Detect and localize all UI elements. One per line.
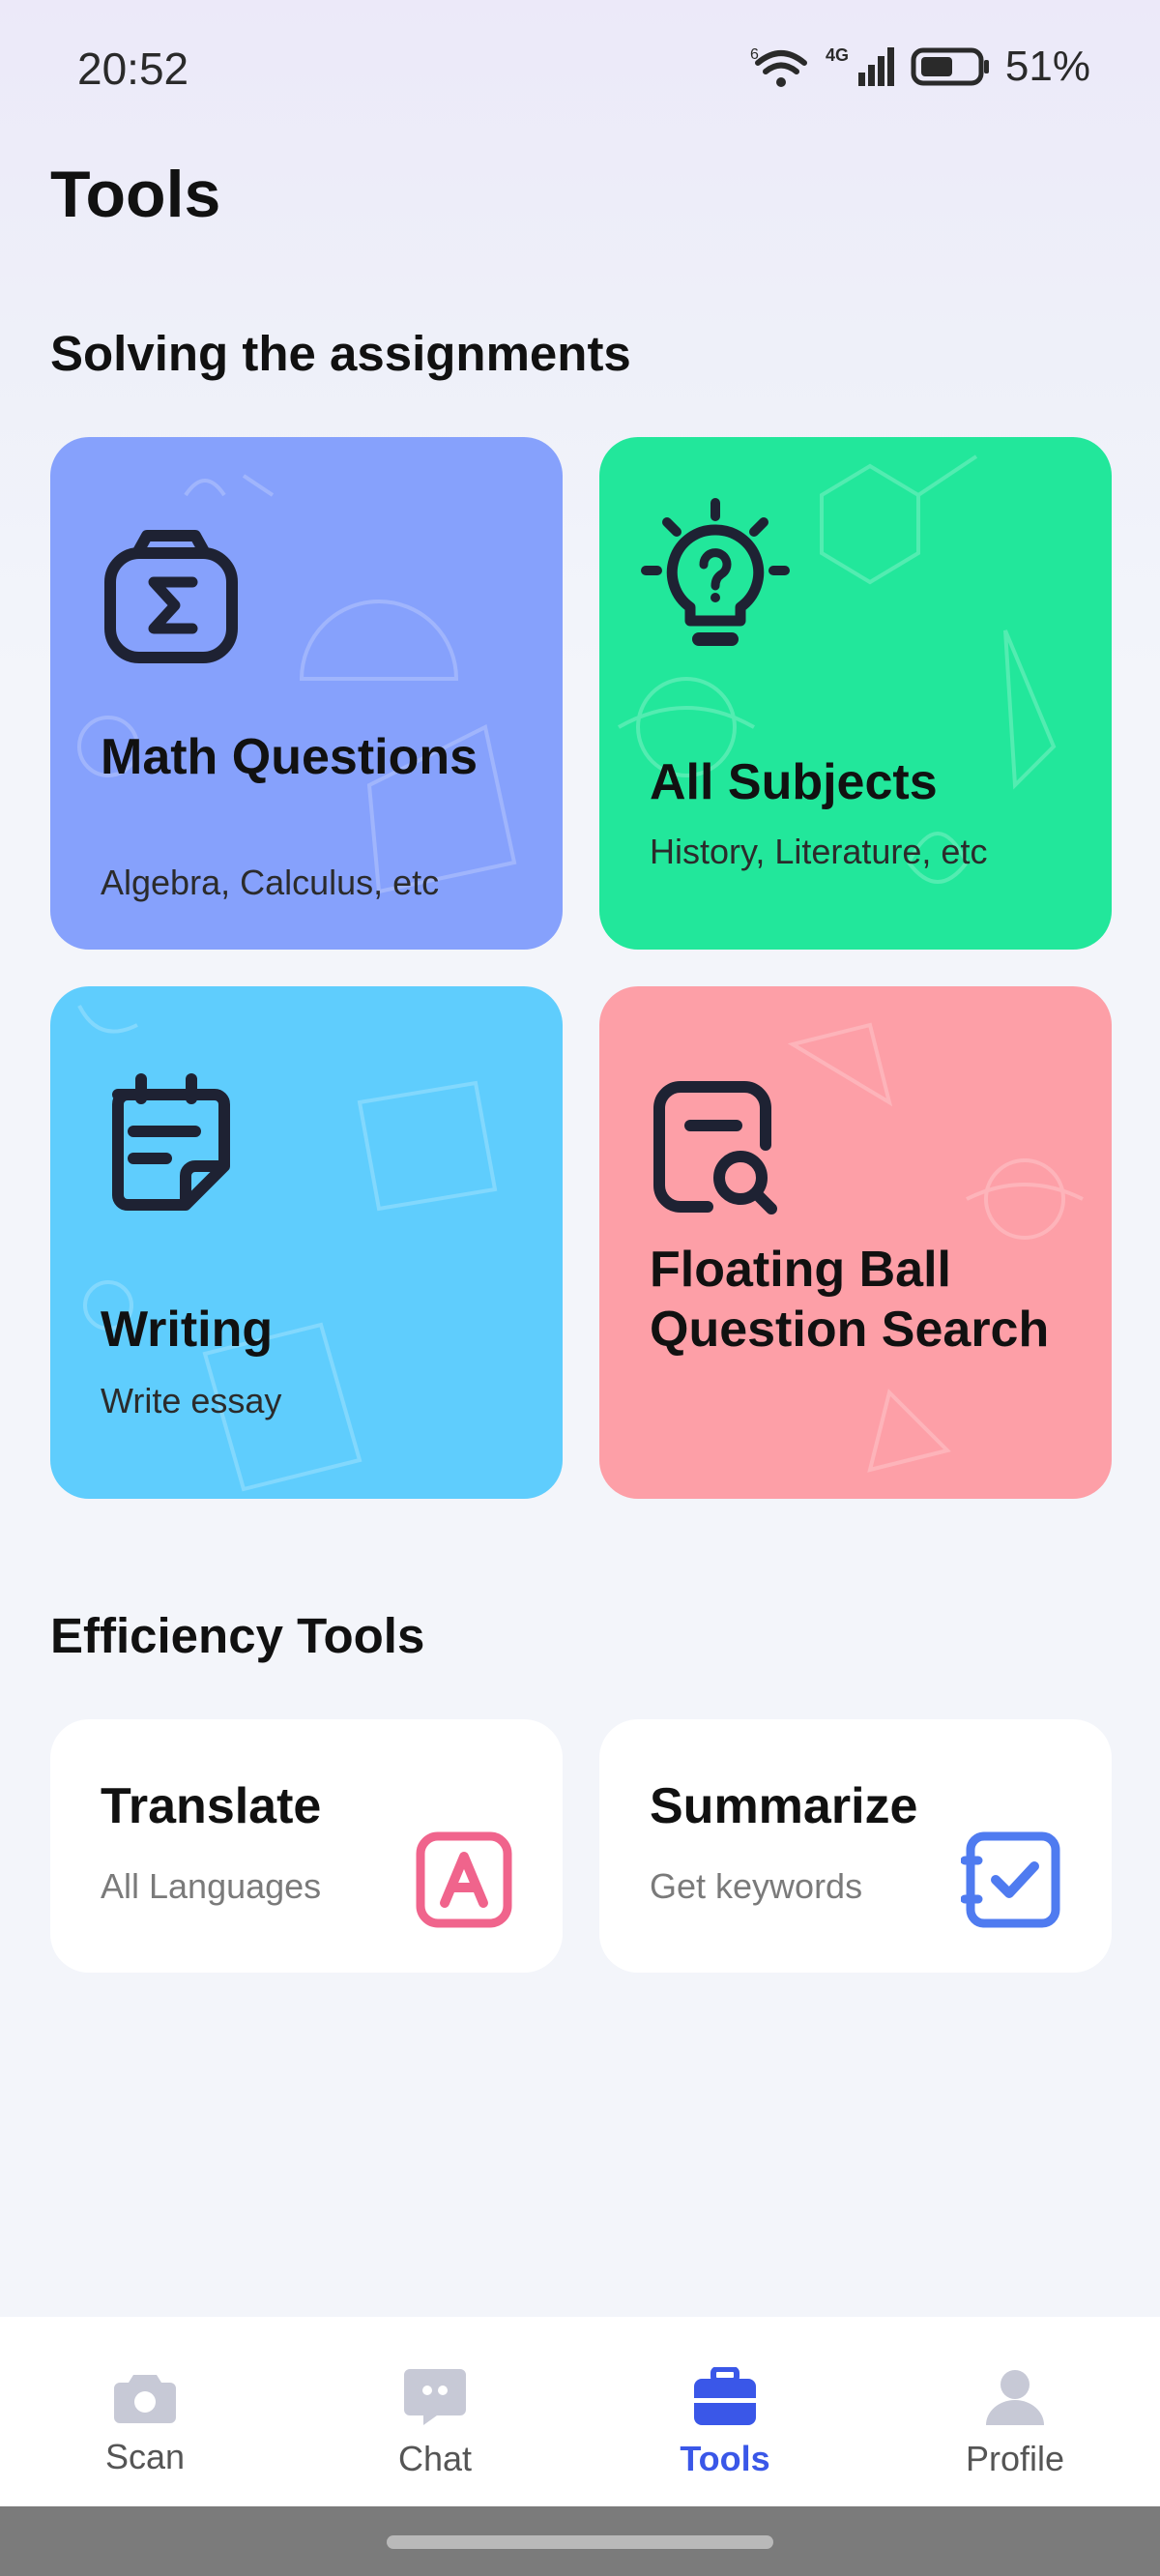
card-math-questions[interactable]: Math Questions Algebra, Calculus, etc bbox=[50, 437, 563, 950]
writing-doodle-background bbox=[77, 1005, 498, 1492]
home-indicator[interactable] bbox=[387, 2535, 773, 2549]
card-title: Floating Ball Question Search bbox=[650, 1242, 1050, 1358]
nav-label: Profile bbox=[965, 2439, 1065, 2478]
nav-item-profile[interactable]: Profile bbox=[870, 2317, 1160, 2506]
system-gesture-bar bbox=[0, 2506, 1160, 2576]
card-floating-ball-search[interactable]: Floating Ball Question Search bbox=[599, 986, 1112, 1499]
summarize-check-icon bbox=[961, 1831, 1060, 1928]
card-subtitle: History, Literature, etc bbox=[650, 832, 988, 871]
svg-text:4G: 4G bbox=[826, 45, 849, 65]
card-title: Writing bbox=[101, 1302, 274, 1358]
page-title: Tools bbox=[50, 158, 221, 231]
section-title-assignments: Solving the assignments bbox=[50, 326, 631, 381]
tool-card-translate[interactable]: Translate All Languages bbox=[50, 1719, 563, 1973]
nav-label: Scan bbox=[104, 2437, 186, 2476]
sigma-camera-icon bbox=[104, 530, 238, 663]
nav-item-scan[interactable]: Scan bbox=[0, 2317, 290, 2506]
battery-percent: 51% bbox=[1004, 43, 1090, 90]
tool-title: Translate bbox=[101, 1778, 322, 1834]
tool-title: Summarize bbox=[650, 1778, 918, 1834]
card-title: Math Questions bbox=[101, 729, 478, 785]
status-bar: 20:52 6 4G 51% bbox=[0, 0, 1160, 145]
bottom-navigation: Scan Chat Tools Profile bbox=[0, 2317, 1160, 2506]
card-writing[interactable]: Writing Write essay bbox=[50, 986, 563, 1499]
status-time: 20:52 bbox=[77, 44, 189, 94]
card-all-subjects[interactable]: All Subjects History, Literature, etc bbox=[599, 437, 1112, 950]
tool-card-summarize[interactable]: Summarize Get keywords bbox=[599, 1719, 1112, 1973]
section-title-efficiency: Efficiency Tools bbox=[50, 1608, 425, 1663]
status-icons: 6 4G 51% bbox=[750, 43, 1090, 91]
wifi-icon: 6 bbox=[750, 46, 807, 87]
nav-label: Tools bbox=[680, 2439, 770, 2478]
nav-label: Chat bbox=[397, 2439, 473, 2478]
person-icon bbox=[986, 2370, 1044, 2425]
battery-icon bbox=[911, 47, 989, 86]
card-title: All Subjects bbox=[650, 754, 938, 810]
card-subtitle: Write essay bbox=[101, 1381, 282, 1420]
card-subtitle: Algebra, Calculus, etc bbox=[101, 863, 440, 902]
camera-icon bbox=[114, 2375, 176, 2423]
chat-bubble-icon bbox=[404, 2369, 466, 2425]
lightbulb-question-icon bbox=[641, 498, 790, 646]
tool-subtitle: All Languages bbox=[101, 1866, 322, 1906]
nav-item-tools[interactable]: Tools bbox=[580, 2317, 870, 2506]
notepad-icon bbox=[112, 1073, 230, 1211]
toolbox-icon bbox=[694, 2367, 756, 2425]
cellular-signal-icon: 4G bbox=[826, 45, 894, 86]
tool-subtitle: Get keywords bbox=[650, 1866, 863, 1906]
document-search-icon bbox=[653, 1081, 777, 1215]
translate-icon bbox=[416, 1831, 512, 1928]
nav-item-chat[interactable]: Chat bbox=[290, 2317, 580, 2506]
